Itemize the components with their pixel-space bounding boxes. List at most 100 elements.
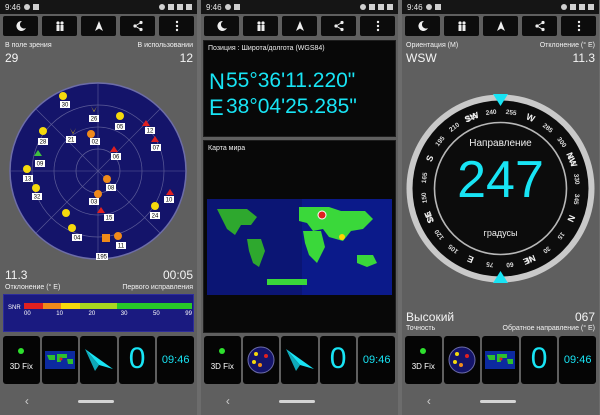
world-map[interactable] [207, 199, 392, 295]
sat-label: 11 [118, 244, 125, 250]
people-icon [457, 21, 466, 31]
signal-icon [378, 4, 384, 10]
wifi-icon [369, 4, 375, 10]
deviation-value: 11.3 [5, 268, 28, 282]
accuracy-value: Высокий [406, 310, 455, 324]
clock-tile[interactable]: 09:46 [157, 336, 194, 384]
people-icon [55, 21, 64, 31]
skyplot-tile[interactable] [443, 336, 481, 384]
fix-dot-icon [18, 348, 25, 354]
status-time: 9:46 [407, 2, 423, 12]
share-button[interactable] [522, 16, 557, 36]
home-pill[interactable] [480, 399, 517, 403]
sat-label: 08 [108, 186, 115, 192]
navigate-button[interactable] [282, 16, 317, 36]
direction-tile[interactable] [80, 336, 117, 384]
home-pill[interactable] [78, 399, 115, 403]
share-icon [333, 20, 344, 32]
heading-value: 247 [457, 151, 544, 209]
direction-arrow-icon [85, 349, 114, 371]
battery-icon [387, 4, 393, 10]
deviation-value: 11.3 [572, 51, 595, 65]
world-map-icon [485, 351, 516, 369]
snr-panel: SNR 00 10 20 30 50 99 [3, 294, 194, 332]
night-mode-button[interactable] [204, 16, 239, 36]
navigate-button[interactable] [81, 16, 116, 36]
more-menu-button[interactable] [360, 16, 395, 36]
lat-value: 55°36'11.220" [226, 69, 356, 92]
skyplot-tile[interactable] [242, 336, 280, 384]
fix-tile[interactable]: 3D Fix [405, 336, 442, 384]
sat-label: 07 [153, 146, 160, 152]
notification-icon [425, 4, 432, 10]
speed-tile[interactable]: 0 [118, 336, 156, 384]
sat-label: 03 [91, 200, 98, 206]
fix-dot-icon [219, 348, 226, 354]
sat-label: 02 [92, 140, 99, 146]
position-panel: Позиция : Широта/долгота (WGS84) N 55°36… [203, 40, 396, 137]
nav-bar: ‹ [0, 387, 197, 415]
more-menu-button[interactable] [159, 16, 194, 36]
notification-icon [224, 4, 231, 10]
map-tile[interactable] [482, 336, 519, 384]
people-button[interactable] [243, 16, 278, 36]
people-button[interactable] [444, 16, 479, 36]
world-map-panel: Карта мира [203, 140, 396, 333]
snr-tick: 20 [88, 311, 96, 317]
phone-screen-compass: 9:46 Ориентация (M) WSW Отклонение (° E)… [402, 0, 599, 415]
share-button[interactable] [321, 16, 356, 36]
toolbar [402, 14, 599, 38]
moon-icon [216, 20, 227, 31]
fix-tile[interactable]: 3D Fix [204, 336, 241, 384]
home-pill[interactable] [279, 399, 316, 403]
phone-screen-satellites: 9:46 В поле зрения 29 В использовании 12… [0, 0, 197, 415]
more-menu-button[interactable] [561, 16, 596, 36]
night-mode-button[interactable] [405, 16, 440, 36]
navigation-arrow-icon [295, 21, 304, 31]
sat-label: 195 [97, 255, 108, 261]
sat-label: 30 [62, 103, 69, 109]
back-nav-button[interactable]: ‹ [427, 394, 431, 408]
in-use-label: В использовании [137, 42, 193, 49]
toolbar [201, 14, 398, 38]
back-nav-button[interactable]: ‹ [226, 394, 230, 408]
clock-tile[interactable]: 09:46 [358, 336, 395, 384]
direction-tile[interactable] [281, 336, 318, 384]
first-fix-label: Первого исправления [122, 284, 193, 291]
people-button[interactable] [42, 16, 77, 36]
night-mode-button[interactable] [3, 16, 38, 36]
speed-value: 0 [329, 342, 347, 375]
status-tiles: 3D Fix 0 09:46 [204, 336, 395, 384]
navigate-button[interactable] [483, 16, 518, 36]
navigation-arrow-icon [496, 21, 505, 31]
fix-label: 3D Fix [411, 362, 435, 371]
map-tile[interactable] [41, 336, 79, 384]
in-view-label: В поле зрения [5, 42, 52, 49]
status-time: 9:46 [206, 2, 222, 12]
snr-tick: 99 [185, 311, 192, 317]
location-icon [561, 4, 567, 10]
status-time: 9:46 [5, 2, 21, 12]
sat-label: 04 [74, 236, 81, 242]
orientation-label: Ориентация (M) [406, 42, 459, 49]
share-icon [132, 20, 143, 32]
status-bar: 9:46 [0, 0, 197, 14]
nav-bar: ‹ [402, 387, 599, 415]
speed-tile[interactable]: 0 [319, 336, 357, 384]
gallery-icon [233, 4, 240, 10]
fix-tile[interactable]: 3D Fix [3, 336, 40, 384]
back-nav-button[interactable]: ‹ [25, 394, 29, 408]
battery-icon [186, 4, 192, 10]
phone-screen-position: 9:46 Позиция : Широта/долгота (WGS84) N … [201, 0, 398, 415]
navigation-arrow-icon [94, 21, 103, 31]
share-button[interactable] [120, 16, 155, 36]
compass-degree-tick: 75 [485, 260, 494, 268]
clock-tile[interactable]: 09:46 [559, 336, 596, 384]
sky-plot-icon [448, 346, 476, 374]
sat-label: 12 [147, 129, 154, 135]
sat-label: 21 [68, 138, 75, 144]
moon-icon [417, 20, 428, 31]
speed-tile[interactable]: 0 [520, 336, 558, 384]
share-icon [534, 20, 545, 32]
notification-icon [23, 4, 30, 10]
